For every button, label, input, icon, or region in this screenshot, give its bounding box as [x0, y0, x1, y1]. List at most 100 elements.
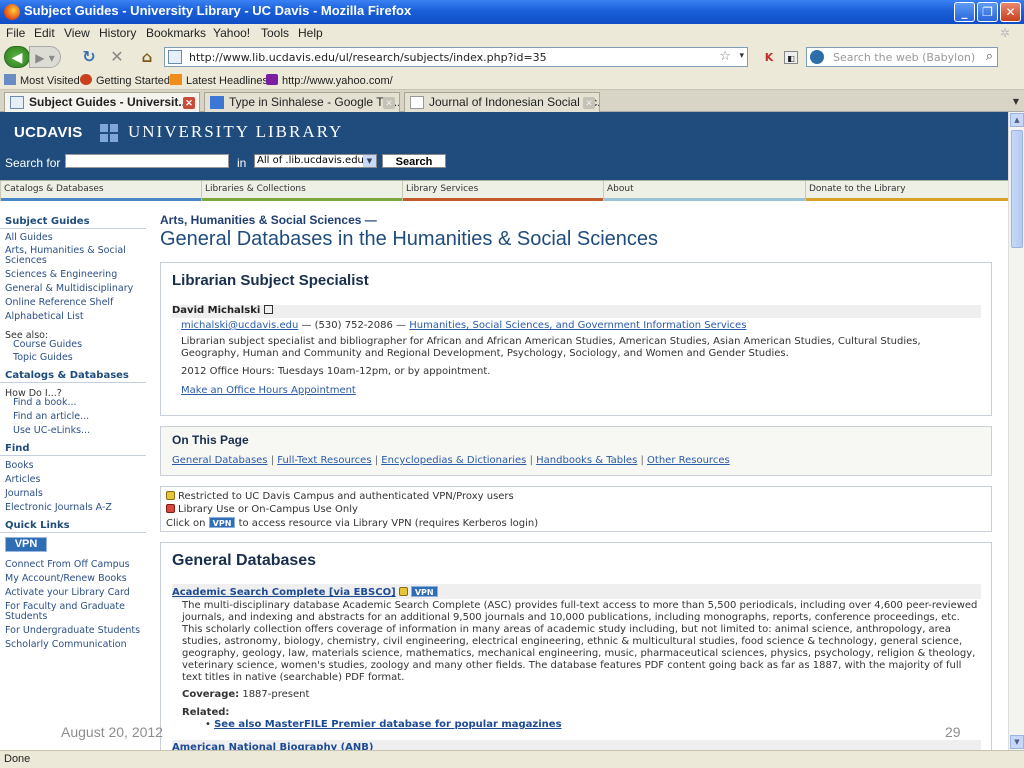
- specialist-bio: Librarian subject specialist and bibliog…: [181, 336, 921, 359]
- addon-k-icon[interactable]: K: [762, 51, 776, 64]
- specialist-dept-link[interactable]: Humanities, Social Sciences, and Governm…: [409, 320, 746, 331]
- scroll-up-arrow-icon[interactable]: ▲: [1010, 113, 1024, 127]
- menu-help[interactable]: Help: [298, 26, 323, 40]
- vcard-icon[interactable]: [263, 305, 273, 314]
- sidebar-link-activate-card[interactable]: Activate your Library Card: [5, 588, 143, 598]
- nav-catalogs-databases[interactable]: Catalogs & Databases: [0, 181, 201, 201]
- specialist-email-link[interactable]: michalski@ucdavis.edu: [181, 320, 298, 331]
- scroll-down-arrow-icon[interactable]: ▼: [1010, 735, 1024, 749]
- url-bar[interactable]: http://www.lib.ucdavis.edu/ul/research/s…: [164, 47, 748, 67]
- database-description: The multi-disciplinary database Academic…: [182, 600, 978, 683]
- nav-donate[interactable]: Donate to the Library: [805, 181, 1008, 201]
- addon-page-icon[interactable]: ◧: [784, 51, 798, 64]
- ucdavis-logo[interactable]: UCDAVIS: [14, 124, 83, 141]
- forward-button[interactable]: ▶ ▾: [29, 46, 61, 68]
- tab-subject-guides[interactable]: Subject Guides - Universit... ✕: [4, 92, 200, 112]
- masterfile-premier-link[interactable]: See also MasterFILE Premier database for…: [214, 719, 561, 730]
- sidebar-heading-catalogs[interactable]: Catalogs & Databases: [5, 370, 129, 381]
- sidebar-link-undergrad[interactable]: For Undergraduate Students: [5, 626, 143, 636]
- sidebar-link-journals[interactable]: Journals: [5, 489, 143, 499]
- menu-history[interactable]: History: [99, 26, 136, 40]
- sidebar-link-find-article[interactable]: Find an article...: [13, 412, 151, 422]
- home-icon[interactable]: ⌂: [136, 46, 158, 68]
- sidebar-link-my-account[interactable]: My Account/Renew Books: [5, 574, 143, 584]
- sidebar-link-online-reference[interactable]: Online Reference Shelf: [5, 298, 143, 308]
- vertical-scrollbar[interactable]: ▲ ▼: [1008, 112, 1024, 750]
- stop-icon[interactable]: ✕: [106, 46, 128, 68]
- url-history-dropdown-icon[interactable]: ▾: [739, 51, 744, 61]
- chevron-down-icon[interactable]: ▼: [363, 155, 376, 167]
- back-button[interactable]: ◀: [4, 46, 30, 68]
- sidebar-link-general-multidisciplinary[interactable]: General & Multidisciplinary: [5, 284, 143, 294]
- bookmark-most-visited[interactable]: Most Visited: [4, 74, 80, 87]
- breadcrumb: Arts, Humanities & Social Sciences —: [160, 213, 377, 227]
- bookmark-latest-headlines[interactable]: Latest Headlines: [170, 74, 268, 87]
- sidebar-link-ejournals[interactable]: Electronic Journals A-Z: [5, 503, 143, 513]
- academic-search-complete-link[interactable]: Academic Search Complete [via EBSCO]: [172, 587, 396, 598]
- menu-yahoo[interactable]: Yahoo!: [213, 26, 250, 40]
- menu-file[interactable]: File: [6, 26, 25, 40]
- tab-journal-indonesian[interactable]: Journal of Indonesian Social Sc... ✕: [404, 92, 600, 112]
- vpn-badge-icon: VPN: [208, 517, 236, 528]
- sidebar-link-alphabetical-list[interactable]: Alphabetical List: [5, 312, 143, 322]
- nav-library-services[interactable]: Library Services: [402, 181, 603, 201]
- close-button[interactable]: ✕: [1000, 2, 1021, 22]
- sidebar-link-uc-elinks[interactable]: Use UC-eLinks...: [13, 426, 151, 436]
- tab-google-translate[interactable]: Type in Sinhalese - Google Tra... ✕: [204, 92, 400, 112]
- sidebar-link-all-guides[interactable]: All Guides: [5, 233, 143, 243]
- bookmark-star-icon[interactable]: ☆: [719, 49, 731, 64]
- database-vpn-button[interactable]: VPN: [410, 586, 438, 597]
- jump-link-encyclopedias[interactable]: Encyclopedias & Dictionaries: [381, 455, 526, 466]
- sidebar-link-find-book[interactable]: Find a book...: [13, 398, 151, 408]
- vpn-button[interactable]: VPN: [5, 537, 47, 552]
- slide-number: 29: [945, 724, 961, 740]
- nav-color-bar: [403, 198, 603, 201]
- bookmark-yahoo[interactable]: http://www.yahoo.com/: [266, 74, 393, 87]
- jump-link-other-resources[interactable]: Other Resources: [647, 455, 730, 466]
- url-text[interactable]: http://www.lib.ucdavis.edu/ul/research/s…: [189, 51, 547, 64]
- sidebar-link-articles[interactable]: Articles: [5, 475, 143, 485]
- sidebar-link-arts-humanities[interactable]: Arts, Humanities & Social Sciences: [5, 246, 143, 266]
- search-scope-select[interactable]: All of .lib.ucdavis.edu ▼: [254, 154, 377, 168]
- sidebar-link-faculty-grad[interactable]: For Faculty and Graduate Students: [5, 602, 143, 622]
- nav-color-bar: [202, 198, 402, 201]
- site-identity-icon[interactable]: [168, 50, 182, 64]
- sidebar-link-sciences-engineering[interactable]: Sciences & Engineering: [5, 270, 143, 280]
- american-national-biography-link[interactable]: American National Biography (ANB): [172, 742, 373, 750]
- sidebar-link-topic-guides[interactable]: Topic Guides: [13, 353, 151, 363]
- minimize-button[interactable]: _: [954, 2, 975, 22]
- ucdavis-logo-squares-icon: [100, 124, 118, 142]
- university-library-logo[interactable]: UNIVERSITY LIBRARY: [128, 122, 343, 142]
- web-search-box[interactable]: Search the web (Babylon) ⌕: [806, 47, 998, 67]
- site-search-input[interactable]: [65, 154, 229, 168]
- nav-libraries-collections[interactable]: Libraries & Collections: [201, 181, 402, 201]
- maximize-button[interactable]: ❐: [977, 2, 998, 22]
- sidebar-link-books[interactable]: Books: [5, 461, 143, 471]
- menu-edit[interactable]: Edit: [34, 26, 55, 40]
- sidebar-link-off-campus[interactable]: Connect From Off Campus: [5, 560, 143, 570]
- nav-about[interactable]: About: [603, 181, 805, 201]
- search-magnifier-icon[interactable]: ⌕: [986, 49, 993, 64]
- appointment-link[interactable]: Make an Office Hours Appointment: [181, 385, 356, 396]
- jump-link-full-text[interactable]: Full-Text Resources: [277, 455, 371, 466]
- sidebar-link-scholarly-comm[interactable]: Scholarly Communication: [5, 640, 143, 650]
- nav-color-bar: [806, 198, 1008, 201]
- tab-close-icon[interactable]: ✕: [383, 97, 395, 109]
- search-engine-icon[interactable]: [810, 50, 824, 64]
- menu-bookmarks[interactable]: Bookmarks: [146, 26, 206, 40]
- sidebar-heading-subject-guides[interactable]: Subject Guides: [5, 216, 90, 227]
- related-item: • See also MasterFILE Premier database f…: [205, 719, 562, 730]
- site-search-button[interactable]: Search: [382, 154, 446, 168]
- tab-list-dropdown-icon[interactable]: ▼: [1008, 92, 1024, 112]
- tab-close-icon[interactable]: ✕: [583, 97, 595, 109]
- scrollbar-thumb[interactable]: [1011, 130, 1023, 248]
- reload-icon[interactable]: ↻: [78, 46, 100, 68]
- sidebar-link-course-guides[interactable]: Course Guides: [13, 340, 151, 350]
- jump-link-handbooks[interactable]: Handbooks & Tables: [536, 455, 637, 466]
- jump-link-general-databases[interactable]: General Databases: [172, 455, 268, 466]
- menu-view[interactable]: View: [64, 26, 90, 40]
- bookmark-getting-started[interactable]: Getting Started: [80, 74, 170, 87]
- tab-close-icon[interactable]: ✕: [183, 97, 195, 109]
- menu-tools[interactable]: Tools: [261, 26, 289, 40]
- on-this-page-box: On This Page General Databases | Full-Te…: [160, 426, 992, 476]
